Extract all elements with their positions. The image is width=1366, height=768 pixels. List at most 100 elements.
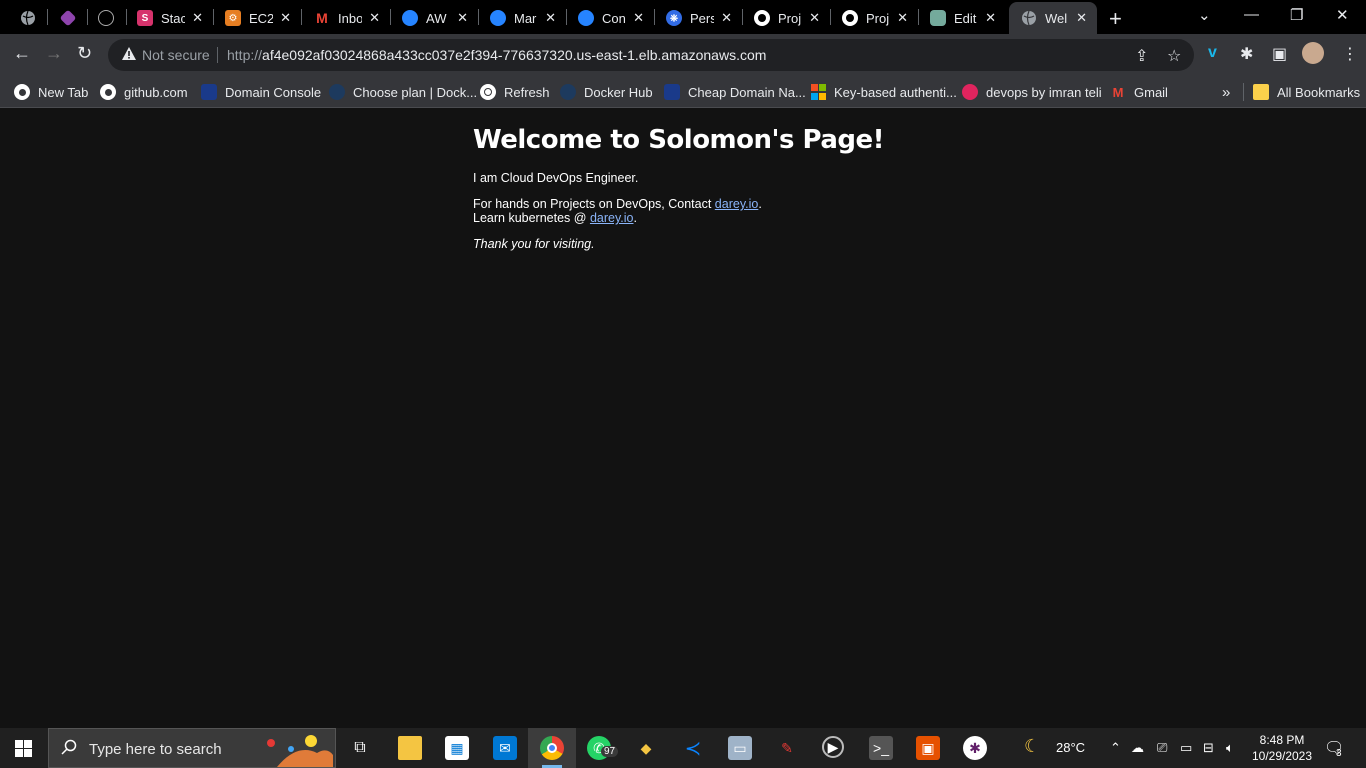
close-icon[interactable]: ✕: [897, 10, 908, 26]
file-explorer-icon[interactable]: [398, 736, 422, 760]
darey-link[interactable]: darey.io: [715, 197, 759, 211]
new-tab-button[interactable]: +: [1109, 6, 1122, 32]
folder-icon: [1253, 84, 1269, 100]
tab-edit[interactable]: Edit ✕: [918, 2, 1006, 34]
tab-ec2[interactable]: ⚙ EC2 ✕: [213, 2, 301, 34]
bookmark-refresh[interactable]: Refresh: [480, 82, 550, 102]
bookmark-cheap-domain[interactable]: Cheap Domain Na...: [664, 82, 806, 102]
tab-welcome-active[interactable]: Wel ✕: [1009, 2, 1097, 34]
bookmark-all-bookmarks[interactable]: All Bookmarks: [1253, 82, 1360, 102]
bookmark-devops-imran[interactable]: devops by imran teli: [962, 82, 1102, 102]
warning-icon[interactable]: [121, 46, 137, 62]
kubernetes-text: Learn kubernetes @: [473, 211, 590, 225]
tab-title: EC2: [249, 10, 273, 26]
forward-button[interactable]: →: [45, 43, 63, 64]
more-bookmarks-chevron-icon[interactable]: »: [1222, 82, 1230, 102]
tab-title: Pers: [690, 10, 714, 26]
vimeo-extension-icon[interactable]: v: [1208, 44, 1217, 62]
minimize-button[interactable]: —: [1244, 6, 1259, 23]
close-icon[interactable]: ✕: [457, 10, 468, 26]
tab[interactable]: [86, 2, 126, 34]
battery-icon[interactable]: ▭: [1180, 740, 1192, 756]
close-icon[interactable]: ✕: [985, 10, 996, 26]
tab-title: Con: [602, 10, 626, 26]
tab-stac[interactable]: S Stac ✕: [125, 2, 213, 34]
bookmark-docker-hub[interactable]: Docker Hub: [560, 82, 653, 102]
volume-icon[interactable]: 🔈︎: [1226, 740, 1234, 756]
bookmark-github[interactable]: github.com: [100, 82, 188, 102]
back-button[interactable]: ←: [13, 43, 31, 64]
taskbar-clock[interactable]: 8:48 PM 10/29/2023: [1250, 732, 1314, 764]
bookmark-star-icon[interactable]: ☆: [1167, 46, 1181, 66]
security-label[interactable]: Not secure: [142, 47, 210, 63]
stack-icon: S: [137, 10, 153, 26]
bookmark-choose-plan[interactable]: Choose plan | Dock...: [329, 82, 477, 102]
git-icon[interactable]: ◆: [634, 736, 658, 760]
share-icon[interactable]: ⇪: [1135, 46, 1148, 66]
vscode-icon[interactable]: ≺: [681, 736, 705, 760]
clock-date: 10/29/2023: [1251, 749, 1313, 763]
weather-temperature[interactable]: 28°C: [1056, 740, 1085, 755]
tab-pers[interactable]: ⎈ Pers ✕: [654, 2, 742, 34]
tab-inbox[interactable]: M Inbo ✕: [302, 2, 390, 34]
close-icon[interactable]: ✕: [545, 10, 556, 26]
search-placeholder: Type here to search: [89, 741, 222, 758]
tab[interactable]: [48, 2, 88, 34]
close-window-button[interactable]: ✕: [1336, 6, 1349, 24]
close-icon[interactable]: ✕: [280, 10, 291, 26]
camera-icon[interactable]: ⎚: [1157, 740, 1167, 756]
url-text[interactable]: http://af4e092af03024868a433cc037e2f394-…: [227, 47, 766, 63]
remote-desktop-icon[interactable]: ▭: [728, 736, 752, 760]
bookmark-new-tab[interactable]: New Tab: [14, 82, 88, 102]
media-player-icon[interactable]: ▶: [822, 736, 844, 758]
close-icon[interactable]: ✕: [192, 10, 203, 26]
extensions-icon[interactable]: ✱: [1240, 44, 1253, 64]
close-icon[interactable]: ✕: [721, 10, 732, 26]
reload-button[interactable]: ↻: [77, 43, 92, 64]
close-icon[interactable]: ✕: [633, 10, 644, 26]
network-icon[interactable]: ⊟: [1203, 740, 1214, 756]
bookmark-gmail[interactable]: M Gmail: [1110, 82, 1168, 102]
moon-weather-icon[interactable]: ☾: [1024, 736, 1040, 757]
task-view-icon[interactable]: ⧉: [348, 736, 372, 760]
darey-link-2[interactable]: darey.io: [590, 211, 634, 225]
chrome-icon[interactable]: [540, 736, 564, 760]
address-bar[interactable]: Not secure http://af4e092af03024868a433c…: [108, 39, 1194, 71]
tab-proj-1[interactable]: Proj ✕: [742, 2, 830, 34]
bookmark-key-based-auth[interactable]: Key-based authenti...: [810, 82, 957, 102]
tab-title: AW: [426, 10, 447, 26]
thanks-line: Thank you for visiting.: [473, 237, 595, 251]
globe-icon: [20, 10, 36, 26]
tab-proj-2[interactable]: Proj ✕: [830, 2, 918, 34]
terminal-icon[interactable]: >_: [869, 736, 893, 760]
search-icon: [61, 739, 77, 755]
tab-title: Proj: [778, 10, 802, 26]
bookmark-label: New Tab: [38, 84, 89, 100]
tab-search-icon[interactable]: ⌄: [1198, 6, 1211, 24]
mail-icon[interactable]: ✉: [493, 736, 517, 760]
onedrive-icon[interactable]: ☁: [1131, 740, 1144, 756]
github-icon: [14, 84, 30, 100]
avatar[interactable]: [1302, 42, 1324, 64]
paint-icon[interactable]: ✎: [775, 736, 799, 760]
tab[interactable]: [8, 2, 48, 34]
close-icon[interactable]: ✕: [1076, 10, 1087, 26]
side-panel-icon[interactable]: ▣: [1272, 44, 1287, 64]
tab-aws[interactable]: AW ✕: [390, 2, 478, 34]
microsoft-store-icon[interactable]: ▦: [445, 736, 469, 760]
bookmark-domain-console[interactable]: Domain Console: [201, 82, 321, 102]
tab-con[interactable]: Con ✕: [566, 2, 654, 34]
contact-period: .: [758, 197, 762, 211]
close-icon[interactable]: ✕: [369, 10, 380, 26]
gem-icon: [59, 9, 77, 27]
more-menu-icon[interactable]: ⋮: [1342, 44, 1358, 64]
restore-button[interactable]: ❐: [1290, 6, 1303, 24]
tab-mar[interactable]: Mar ✕: [478, 2, 566, 34]
close-icon[interactable]: ✕: [809, 10, 820, 26]
start-button[interactable]: [15, 740, 32, 757]
powerpoint-icon[interactable]: ▣: [916, 736, 940, 760]
show-hidden-icons-chevron-icon[interactable]: ⌃: [1110, 740, 1121, 756]
taskbar-search-box[interactable]: Type here to search: [48, 728, 336, 768]
github-icon: [100, 84, 116, 100]
slack-icon[interactable]: ✱: [963, 736, 987, 760]
